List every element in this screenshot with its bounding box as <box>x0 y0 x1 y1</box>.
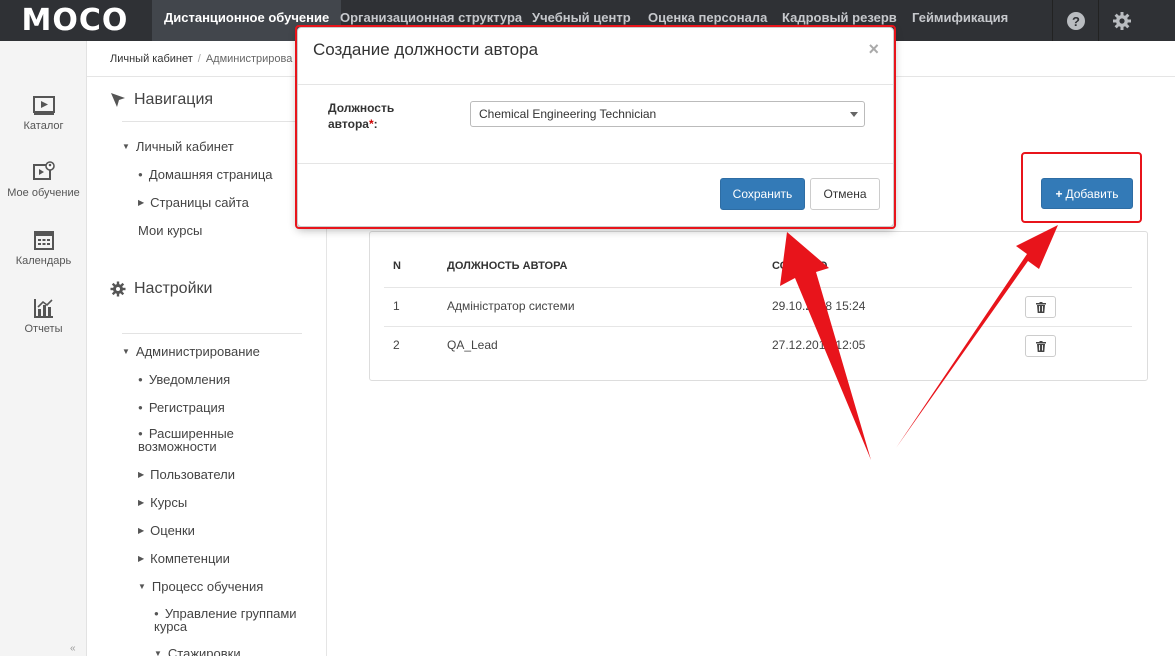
nav-courses[interactable]: ▶ Курсы <box>138 496 187 510</box>
column-header-created[interactable]: СОЗДАНО <box>772 260 827 272</box>
nav-advanced-features-line2[interactable]: возможности <box>138 440 217 454</box>
cell-n: 1 <box>393 299 400 313</box>
cell-position: Адміністратор системи <box>447 299 575 313</box>
author-positions-table: N ДОЛЖНОСТЬ АВТОРА СОЗДАНО 1 Адміністрат… <box>369 231 1148 381</box>
cell-n: 2 <box>393 338 400 352</box>
nav-users[interactable]: ▶ Пользователи <box>138 468 235 482</box>
nav-notifications[interactable]: ● Уведомления <box>138 373 230 387</box>
reports-icon <box>33 299 53 318</box>
gear-icon <box>110 281 126 297</box>
row-divider <box>384 287 1132 288</box>
column-header-position[interactable]: ДОЛЖНОСТЬ АВТОРА <box>447 260 567 272</box>
nav-home-page[interactable]: ● Домашняя страница <box>138 168 273 182</box>
divider <box>122 121 302 122</box>
rail-reports[interactable]: Отчеты <box>0 296 87 335</box>
nav-grades[interactable]: ▶ Оценки <box>138 524 195 538</box>
gear-icon[interactable] <box>1098 0 1144 41</box>
rail-collapse-button[interactable]: « <box>70 643 76 654</box>
nav-administration[interactable]: ▼ Администрирование <box>122 345 260 359</box>
trash-icon <box>1035 340 1046 352</box>
breadcrumb-home[interactable]: Личный кабинет <box>110 53 193 65</box>
help-icon[interactable]: ? <box>1052 0 1098 41</box>
nav-competencies[interactable]: ▶ Компетенции <box>138 552 230 566</box>
nav-my-courses[interactable]: Мои курсы <box>138 224 202 238</box>
calendar-icon <box>33 231 54 250</box>
nav-course-groups-line2[interactable]: курса <box>154 620 187 634</box>
cell-position: QA_Lead <box>447 338 498 352</box>
breadcrumb-current: Администрирова <box>205 53 293 65</box>
navigation-section-title[interactable]: Навигация <box>110 91 213 109</box>
rail-calendar[interactable]: Календарь <box>0 228 87 267</box>
nav-internships[interactable]: ▼ Стажировки <box>154 647 241 656</box>
column-header-n[interactable]: N <box>393 260 401 272</box>
cell-created: 29.10.2018 15:24 <box>772 299 866 313</box>
left-rail: Каталог Мое обучение Календарь Отчеты « <box>0 41 87 656</box>
nav-personal-cabinet[interactable]: ▼ Личный кабинет <box>122 140 234 154</box>
trash-icon <box>1035 301 1046 313</box>
catalog-icon <box>32 96 55 115</box>
delete-button[interactable] <box>1025 296 1056 318</box>
annotation-highlight-modal <box>295 25 896 229</box>
delete-button[interactable] <box>1025 335 1056 357</box>
nav-site-pages[interactable]: ▶ Страницы сайта <box>138 196 249 210</box>
nav-learning-process[interactable]: ▼ Процесс обучения <box>138 580 263 594</box>
breadcrumb-separator: / <box>197 53 201 65</box>
nav-registration[interactable]: ● Регистрация <box>138 401 225 415</box>
settings-section-title[interactable]: Настройки <box>110 280 212 298</box>
logo[interactable]: MOCO <box>0 0 150 41</box>
topnav-gamification[interactable]: Геймификация <box>912 0 1008 41</box>
side-navigation: Навигация ▼ Личный кабинет ● Домашняя стра… <box>87 77 327 656</box>
my-learning-icon <box>32 161 55 180</box>
navigation-arrow-icon <box>111 93 125 107</box>
rail-my-learning[interactable]: Мое обучение <box>0 160 87 199</box>
cell-created: 27.12.2018 12:05 <box>772 338 866 352</box>
rail-catalog[interactable]: Каталог <box>0 93 87 132</box>
annotation-highlight-add-button <box>1021 152 1142 223</box>
row-divider <box>384 326 1132 327</box>
divider <box>122 333 302 334</box>
svg-text:?: ? <box>1072 14 1080 29</box>
